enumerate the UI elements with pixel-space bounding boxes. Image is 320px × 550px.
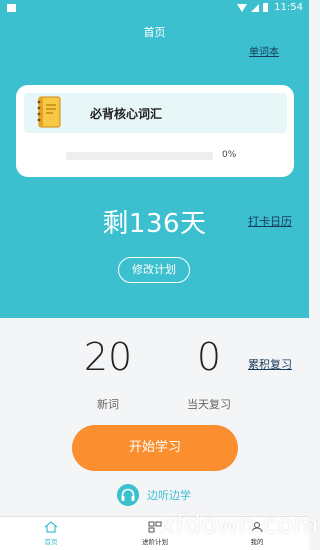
wordbook-title: 必背核心词汇 [90, 107, 163, 121]
status-time: 11:54 [274, 2, 303, 13]
headphones-icon [117, 484, 139, 506]
accumulated-review-link[interactable]: 累积复习 [248, 356, 292, 372]
new-words-label: 新词 [97, 398, 119, 411]
signal-icon [251, 3, 260, 12]
wifi-icon [237, 3, 248, 12]
wordbook-card-header: 必背核心词汇 [24, 93, 287, 133]
checkin-calendar-link[interactable]: 打卡日历 [248, 213, 292, 229]
modify-plan-button[interactable]: 修改计划 [118, 257, 190, 283]
wordbook-card[interactable]: 必背核心词汇 0% [16, 85, 294, 177]
progress-bar [66, 152, 213, 160]
review-today-label: 当天复习 [187, 398, 231, 411]
new-words-count: 20 [83, 335, 133, 379]
watermark: xfdown.com [160, 510, 319, 540]
status-bar: 11:54 [0, 0, 309, 18]
review-today-count: 0 [196, 335, 222, 379]
notebook-icon [37, 96, 61, 128]
listen-learn-button[interactable]: 边听边学 [117, 484, 191, 506]
battery-icon [263, 3, 269, 12]
progress-percent: 0% [222, 150, 237, 160]
home-icon [44, 521, 58, 533]
start-learning-button[interactable]: 开始学习 [72, 425, 238, 471]
listen-learn-label: 边听边学 [147, 489, 191, 502]
notification-icon [7, 4, 16, 12]
wordbook-link[interactable]: 单词本 [249, 43, 279, 58]
tab-home-label: 首页 [44, 538, 58, 546]
page-title: 首页 [143, 26, 166, 39]
tab-home[interactable]: 首页 [21, 521, 81, 546]
